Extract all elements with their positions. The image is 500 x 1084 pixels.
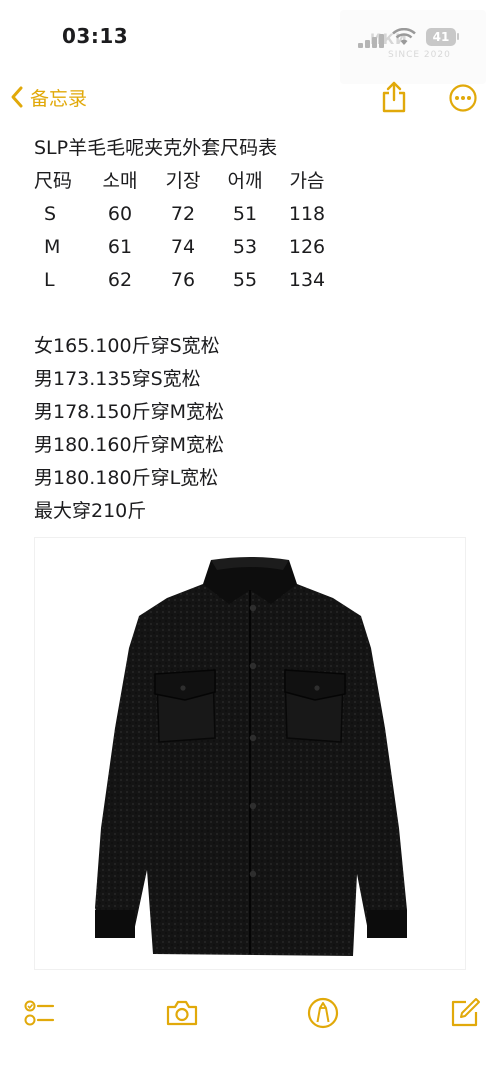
cell-shoulder: 55 [232, 269, 258, 291]
wifi-icon [392, 28, 416, 45]
cell-sleeve: 60 [107, 203, 133, 225]
cell-length: 72 [170, 203, 196, 225]
back-button[interactable]: 备忘录 [10, 82, 87, 112]
cell-length: 76 [170, 269, 196, 291]
fit-notes: 女165.100斤穿S宽松 男173.135穿S宽松 男178.150斤穿M宽松… [34, 330, 474, 528]
table-row: S 60 72 51 118 [34, 198, 336, 231]
header-shoulder: 어깨 [227, 170, 263, 192]
header-sleeve: 소매 [102, 170, 138, 192]
table-row: L 62 76 55 134 [34, 264, 336, 297]
more-options-icon[interactable] [448, 83, 478, 113]
watermark-since: SINCE 2020 [388, 50, 451, 60]
cell-size: M [44, 236, 61, 258]
header-size: 尺码 [34, 170, 73, 192]
jacket-illustration [95, 557, 407, 956]
header-chest: 가슴 [289, 170, 325, 192]
fit-line: 男173.135穿S宽松 [34, 368, 201, 390]
cell-length: 74 [170, 236, 196, 258]
header-length: 기장 [165, 170, 201, 192]
chevron-left-icon [11, 86, 23, 108]
fit-line: 男178.150斤穿M宽松 [34, 401, 224, 423]
size-table: 尺码 소매 기장 어깨 가슴 S 60 72 51 118 M 61 74 53… [34, 165, 336, 297]
markup-pen-icon[interactable] [306, 996, 340, 1030]
cellular-signal-icon [358, 32, 386, 48]
status-time: 03:13 [62, 24, 129, 48]
cell-sleeve: 61 [107, 236, 133, 258]
note-body[interactable]: SLP羊毛毛呢夹克外套尺码表 尺码 소매 기장 어깨 가슴 S 60 72 51… [34, 132, 474, 528]
jacket-photo[interactable] [34, 537, 466, 970]
cell-shoulder: 51 [232, 203, 258, 225]
cell-size: L [44, 269, 55, 291]
fit-line: 男180.180斤穿L宽松 [34, 467, 219, 489]
fit-line: 最大穿210斤 [34, 500, 147, 522]
back-label: 备忘录 [30, 87, 88, 110]
fit-line: 女165.100斤穿S宽松 [34, 335, 220, 357]
cell-size: S [44, 203, 57, 225]
cell-chest: 118 [288, 203, 326, 225]
cell-shoulder: 53 [232, 236, 258, 258]
note-title: SLP羊毛毛呢夹克外套尺码表 [34, 137, 278, 159]
cell-chest: 134 [288, 269, 326, 291]
battery-icon: 41 [426, 28, 456, 46]
cell-chest: 126 [288, 236, 326, 258]
compose-icon[interactable] [448, 996, 482, 1030]
bottom-toolbar [0, 990, 500, 1040]
share-icon[interactable] [380, 80, 408, 114]
battery-tip [457, 33, 459, 40]
cell-sleeve: 62 [107, 269, 133, 291]
checklist-icon[interactable] [22, 996, 56, 1030]
status-area: ИКИ 41 SINCE 2020 [340, 10, 486, 84]
table-row: M 61 74 53 126 [34, 231, 336, 264]
camera-icon[interactable] [165, 996, 199, 1030]
fit-line: 男180.160斤穿M宽松 [34, 434, 224, 456]
size-table-header: 尺码 소매 기장 어깨 가슴 [34, 165, 336, 198]
